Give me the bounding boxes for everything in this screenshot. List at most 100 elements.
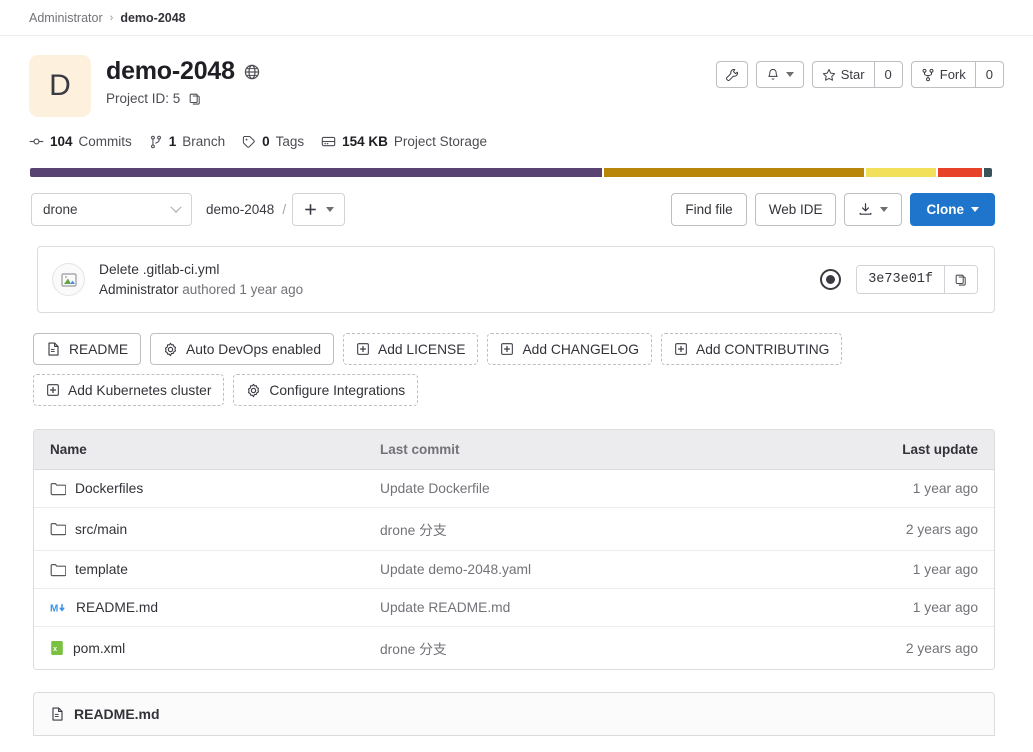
fork-button[interactable]: Fork bbox=[910, 61, 976, 88]
last-commit-cell[interactable]: Update README.md bbox=[380, 600, 848, 615]
readme-card-title[interactable]: README.md bbox=[74, 706, 160, 722]
star-count[interactable]: 0 bbox=[874, 61, 903, 88]
file-name-cell[interactable]: x pom.xml bbox=[50, 640, 380, 656]
language-bar-segment bbox=[984, 168, 992, 177]
commit-message[interactable]: Delete .gitlab-ci.yml bbox=[99, 262, 820, 277]
stat-branches-value: 1 bbox=[168, 134, 177, 149]
commit-right-actions: 3e73e01f bbox=[820, 265, 978, 294]
file-name-cell[interactable]: Dockerfiles bbox=[50, 481, 380, 496]
branch-icon bbox=[149, 135, 163, 149]
quick-action-configure-integrations[interactable]: Configure Integrations bbox=[233, 374, 419, 406]
tag-icon bbox=[242, 135, 256, 149]
breadcrumb-owner[interactable]: Administrator bbox=[29, 11, 103, 25]
stat-tags[interactable]: 0 Tags bbox=[242, 134, 304, 149]
fork-count[interactable]: 0 bbox=[975, 61, 1004, 88]
plus-box-icon bbox=[356, 342, 370, 356]
file-name: README.md bbox=[76, 600, 159, 615]
clone-button[interactable]: Clone bbox=[910, 193, 995, 226]
quick-action-auto-devops-enabled[interactable]: Auto DevOps enabled bbox=[150, 333, 335, 365]
fork-icon bbox=[921, 68, 935, 82]
commit-info: Delete .gitlab-ci.yml Administrator auth… bbox=[99, 262, 820, 297]
stat-storage-value: 154 KB bbox=[342, 134, 388, 149]
stat-commits-value: 104 bbox=[50, 134, 73, 149]
last-commit-cell[interactable]: Update demo-2048.yaml bbox=[380, 562, 848, 577]
file-name-cell[interactable]: template bbox=[50, 562, 380, 577]
file-name-cell[interactable]: M README.md bbox=[50, 600, 380, 615]
table-row[interactable]: x pom.xml drone 分支 2 years ago bbox=[34, 627, 994, 669]
plus-box-icon bbox=[500, 342, 514, 356]
quick-action-label: Auto DevOps enabled bbox=[186, 341, 322, 357]
file-name: src/main bbox=[75, 521, 128, 537]
chevron-down-icon bbox=[326, 207, 335, 212]
web-ide-button[interactable]: Web IDE bbox=[754, 193, 837, 226]
last-commit-cell[interactable]: drone 分支 bbox=[380, 519, 848, 539]
chevron-down-icon bbox=[785, 72, 794, 77]
file-tree: Name Last commit Last update Dockerfiles… bbox=[33, 429, 995, 670]
header-actions: Star 0 Fork 0 bbox=[715, 55, 1004, 88]
folder-icon bbox=[50, 522, 66, 536]
language-bar-segment bbox=[30, 168, 603, 177]
bell-icon bbox=[766, 68, 780, 82]
column-header-name: Name bbox=[50, 442, 87, 457]
star-icon bbox=[822, 68, 836, 82]
download-icon bbox=[858, 202, 873, 217]
quick-action-readme[interactable]: README bbox=[33, 333, 142, 365]
add-to-repo-button[interactable] bbox=[292, 193, 346, 226]
quick-action-add-contributing[interactable]: Add CONTRIBUTING bbox=[661, 333, 843, 365]
readme-card-header: README.md bbox=[34, 693, 994, 735]
path-root[interactable]: demo-2048 bbox=[206, 202, 274, 217]
stat-branches[interactable]: 1 Branch bbox=[149, 134, 225, 149]
commit-sha-group: 3e73e01f bbox=[856, 265, 978, 294]
notifications-button[interactable] bbox=[755, 61, 804, 88]
xml-file-icon: x bbox=[50, 640, 64, 656]
branch-selector[interactable]: drone bbox=[31, 193, 192, 226]
globe-icon bbox=[244, 64, 260, 80]
commit-author[interactable]: Administrator bbox=[99, 282, 179, 297]
file-name: pom.xml bbox=[73, 640, 126, 656]
table-row[interactable]: src/main drone 分支 2 years ago bbox=[34, 508, 994, 551]
last-commit-cell[interactable]: Update Dockerfile bbox=[380, 481, 848, 496]
language-bar bbox=[30, 168, 992, 177]
language-bar-segment bbox=[865, 168, 937, 177]
copy-icon[interactable] bbox=[188, 92, 202, 106]
table-row[interactable]: Dockerfiles Update Dockerfile 1 year ago bbox=[34, 470, 994, 508]
last-commit-cell[interactable]: drone 分支 bbox=[380, 638, 848, 658]
plus-icon bbox=[303, 202, 318, 217]
quick-action-label: Configure Integrations bbox=[269, 382, 406, 398]
commit-sha[interactable]: 3e73e01f bbox=[857, 266, 944, 293]
settings-wrench-button[interactable] bbox=[715, 61, 748, 88]
svg-text:M: M bbox=[50, 603, 58, 614]
pipeline-status-icon[interactable] bbox=[820, 269, 842, 290]
readme-card: README.md bbox=[33, 692, 995, 736]
avatar bbox=[52, 263, 85, 296]
path-separator: / bbox=[282, 202, 287, 217]
gear-icon bbox=[163, 342, 178, 357]
svg-text:x: x bbox=[53, 646, 57, 653]
last-update-cell: 2 years ago bbox=[905, 640, 978, 656]
table-row[interactable]: M README.md Update README.md 1 year ago bbox=[34, 589, 994, 627]
last-commit-panel: Delete .gitlab-ci.yml Administrator auth… bbox=[37, 246, 995, 313]
breadcrumb-project[interactable]: demo-2048 bbox=[120, 11, 185, 25]
file-name-cell[interactable]: src/main bbox=[50, 522, 380, 537]
last-update-cell: 1 year ago bbox=[912, 600, 978, 615]
stat-commits[interactable]: 104 Commits bbox=[29, 134, 132, 149]
download-source-button[interactable] bbox=[844, 193, 903, 226]
commit-author-line: Administrator authored 1 year ago bbox=[99, 282, 820, 297]
project-id-label: Project ID: 5 bbox=[106, 91, 181, 106]
quick-action-label: Add CHANGELOG bbox=[522, 341, 640, 357]
quick-action-add-kubernetes-cluster[interactable]: Add Kubernetes cluster bbox=[33, 374, 225, 406]
quick-action-label: Add LICENSE bbox=[378, 341, 466, 357]
language-bar-segment bbox=[938, 168, 983, 177]
quick-actions: README Auto DevOps enabled Add LICENSE Add … bbox=[33, 333, 995, 406]
gear-icon bbox=[246, 383, 261, 398]
chevron-down-icon bbox=[971, 207, 979, 212]
table-row[interactable]: template Update demo-2048.yaml 1 year ago bbox=[34, 551, 994, 589]
stat-storage: 154 KB Project Storage bbox=[321, 134, 487, 149]
quick-action-add-license[interactable]: Add LICENSE bbox=[343, 333, 479, 365]
file-icon bbox=[46, 341, 61, 357]
find-file-button[interactable]: Find file bbox=[671, 193, 747, 226]
star-button[interactable]: Star bbox=[811, 61, 875, 88]
commit-icon bbox=[29, 134, 44, 149]
copy-icon[interactable] bbox=[944, 266, 977, 293]
quick-action-add-changelog[interactable]: Add CHANGELOG bbox=[487, 333, 653, 365]
